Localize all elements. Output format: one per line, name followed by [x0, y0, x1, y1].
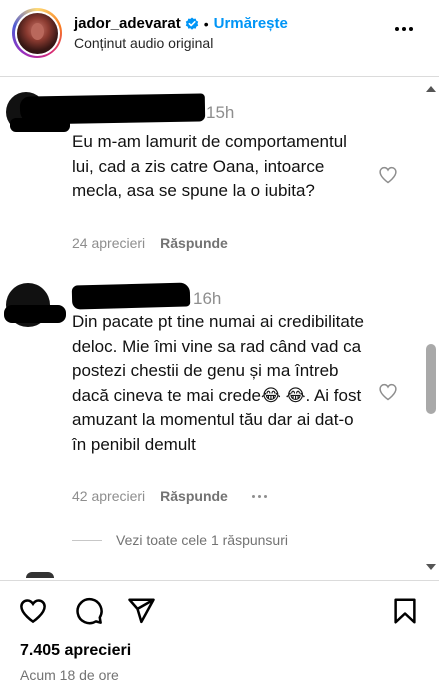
- more-options-icon[interactable]: [395, 27, 413, 31]
- comment-meta: 24 aprecieri Răspunde: [72, 235, 228, 251]
- story-ring[interactable]: [12, 8, 62, 58]
- avatar[interactable]: [16, 12, 58, 54]
- username-link[interactable]: jador_adevarat: [74, 15, 181, 32]
- comment-options-icon[interactable]: [251, 494, 267, 498]
- comment-likes[interactable]: 24 aprecieri: [72, 235, 145, 251]
- share-paper-plane-icon[interactable]: [126, 596, 156, 626]
- reply-button[interactable]: Răspunde: [160, 235, 228, 251]
- comment-meta: 42 aprecieri Răspunde: [72, 488, 267, 504]
- like-heart-icon[interactable]: [18, 596, 48, 626]
- reply-button[interactable]: Răspunde: [160, 488, 228, 504]
- view-replies-label: Vezi toate cele 1 răspunsuri: [116, 532, 288, 548]
- save-bookmark-icon[interactable]: [390, 596, 420, 626]
- comment-likes[interactable]: 42 aprecieri: [72, 488, 145, 504]
- like-comment-heart-icon[interactable]: [378, 382, 398, 402]
- post-actions: [0, 596, 439, 626]
- view-replies-button[interactable]: Vezi toate cele 1 răspunsuri: [72, 532, 288, 548]
- follow-button[interactable]: Urmărește: [214, 15, 288, 32]
- divider: [0, 580, 439, 581]
- scroll-thumb[interactable]: [426, 344, 436, 414]
- divider: [0, 76, 439, 77]
- post-likes-count[interactable]: 7.405 aprecieri: [20, 642, 131, 660]
- comment-time: 16h: [193, 289, 222, 308]
- comment-bubble-icon[interactable]: [74, 596, 104, 626]
- comment-text: Eu m-am lamurit de comportamentul lui, c…: [72, 132, 347, 200]
- comment-time: 15h: [206, 103, 235, 122]
- post-header: jador_adevarat • Urmărește Conținut audi…: [0, 0, 439, 66]
- separator-dot: •: [203, 15, 209, 32]
- verified-badge-icon: [185, 17, 199, 31]
- redacted-username: [71, 282, 191, 310]
- audio-subtitle[interactable]: Conținut audio original: [74, 35, 288, 51]
- comments-scrollbar[interactable]: [421, 86, 439, 570]
- like-comment-heart-icon[interactable]: [378, 165, 398, 185]
- comment-text: Din pacate pt tine numai ai credibilitat…: [72, 312, 364, 454]
- scroll-up-arrow-icon[interactable]: [426, 86, 436, 92]
- post-timestamp[interactable]: Acum 18 de ore: [20, 667, 119, 683]
- comment-avatar: [26, 572, 54, 578]
- scroll-down-arrow-icon[interactable]: [426, 564, 436, 570]
